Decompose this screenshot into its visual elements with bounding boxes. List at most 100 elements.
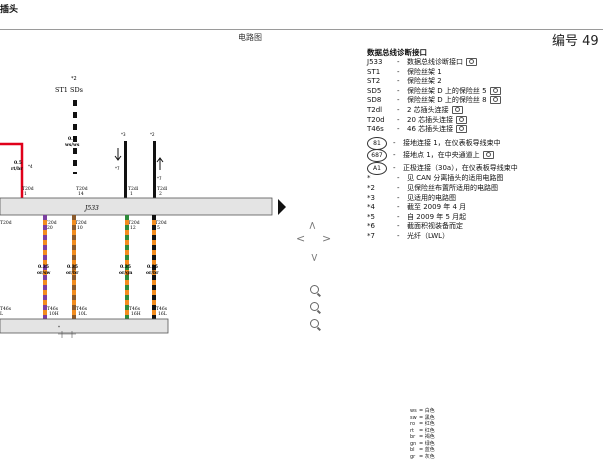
- legend-code: *3: [367, 193, 375, 202]
- zoom-in-icon[interactable]: [310, 285, 319, 294]
- zoom-out-icon[interactable]: [310, 319, 319, 328]
- legend-ground-item: 81- 接地连接 1，在仪表板导线束中: [367, 136, 501, 150]
- wire-marker: *2: [150, 132, 155, 137]
- legend-dash: -: [397, 77, 400, 86]
- abbreviation-value: = 白色: [419, 408, 435, 414]
- document-number: 编号 49: [552, 34, 599, 49]
- header-divider: [0, 29, 603, 30]
- connector-pin: 10H: [49, 311, 59, 317]
- legend-text: 46 芯插头连接: [407, 125, 454, 134]
- abbreviation-key: br: [410, 434, 416, 440]
- legend-dash: -: [397, 193, 400, 202]
- wiring-diagram: *2 ST1 SDs 0.5 ws/ws 0.5 rt/br *4 *3 *2 …: [0, 76, 273, 338]
- legend-item: *7 - 光纤（LWL）: [367, 232, 449, 241]
- camera-icon[interactable]: [466, 58, 477, 66]
- abbreviation-key: ro: [410, 421, 416, 427]
- wire-color-code: or/gn: [119, 270, 133, 276]
- legend-code: *: [367, 174, 371, 183]
- legend-code: *6: [367, 222, 375, 231]
- abbreviation-key: gr: [410, 453, 416, 460]
- legend-text: 接地点 1，在中央通道上: [403, 151, 480, 160]
- legend-code: ST2: [367, 77, 381, 86]
- legend-dash: -: [393, 163, 396, 172]
- legend-text: 保险丝架 2: [407, 77, 442, 86]
- wire-color-code: ws/ws: [64, 142, 80, 148]
- legend-dash: -: [397, 96, 400, 105]
- camera-icon[interactable]: [489, 96, 501, 105]
- module-label: J533: [83, 205, 99, 212]
- lower-connector-box: [0, 318, 169, 334]
- legend-dash: -: [397, 115, 400, 124]
- legend-item: T46s -46 芯插头连接: [367, 125, 468, 134]
- connector-pin: 1: [130, 191, 133, 197]
- abbreviation-key: bl: [410, 447, 415, 453]
- legend-item: *2 - 见保险丝布置所适用的电路图: [367, 184, 498, 193]
- legend-dash: -: [397, 183, 400, 192]
- legend-item: *5 - 自 2009 年 5 月起: [367, 213, 466, 222]
- arrow-down-icon: [114, 148, 122, 161]
- abbreviation-item: sw = 黑色: [410, 415, 435, 421]
- chevron-right-icon[interactable]: >: [322, 233, 331, 244]
- legend-text: 见适用的电路图: [407, 193, 456, 202]
- legend-text: 2 芯插头连接: [407, 106, 449, 114]
- wire-color-code: or/br: [66, 270, 79, 276]
- connector-pin: 20: [47, 225, 53, 231]
- camera-icon[interactable]: [456, 125, 468, 134]
- legend-item: T2dl -2 芯插头连接: [367, 106, 463, 115]
- legend-text: 自 2009 年 5 月起: [407, 212, 467, 221]
- legend-text: 光纤（LWL）: [407, 231, 450, 240]
- abbreviation-value: = 灰色: [419, 453, 435, 460]
- legend-code: *2: [367, 183, 375, 192]
- ground-point-icon: 687: [367, 149, 387, 163]
- wire-marker: *3: [121, 132, 126, 137]
- abbreviation-item: gr = 灰色: [410, 454, 435, 460]
- abbreviation-value: = 红色: [419, 421, 435, 427]
- bottom-marker: *: [58, 325, 60, 330]
- top-marker: *2: [71, 76, 77, 82]
- wire-gauge: 0.5: [68, 136, 76, 142]
- wire-color-code: or/br: [146, 270, 159, 276]
- wire-ws-ws: [73, 96, 77, 174]
- legend-code: T46s: [367, 125, 384, 134]
- legend-text: 正极连接（30a），在仪表板导线束中: [403, 163, 518, 172]
- wire-red: [0, 142, 24, 200]
- chevron-up-icon[interactable]: <: [306, 221, 319, 230]
- legend-item: *4 - 截至 2009 年 4 月: [367, 203, 466, 212]
- legend-item: SD5 - 保险丝架 D 上的保险丝 5: [367, 86, 501, 96]
- top-fuse-label: ST1 SDs: [55, 86, 83, 94]
- wire-color-code: or/sw: [37, 270, 51, 276]
- legend-text: 保险丝架 D 上的保险丝 8: [407, 96, 487, 105]
- legend-dash: -: [397, 203, 400, 212]
- legend-dash: -: [397, 86, 400, 95]
- camera-icon[interactable]: [451, 106, 463, 114]
- chevron-left-icon[interactable]: <: [296, 233, 305, 244]
- wire-gauge: 0.35: [38, 264, 49, 270]
- abbreviation-key: gn: [410, 440, 417, 447]
- connector-pin: 16L: [158, 311, 167, 317]
- legend-item: * - 见 CAN 分离插头的适用电路图: [367, 174, 503, 183]
- wire-color-code: rt/br: [11, 166, 23, 172]
- zoom-reset-icon[interactable]: [310, 302, 319, 311]
- wire-gauge: 0.5: [14, 160, 22, 166]
- camera-icon[interactable]: [456, 115, 468, 124]
- legend-code: *7: [367, 231, 375, 240]
- legend-dash: -: [397, 174, 400, 183]
- legend-text: 截至 2009 年 4 月: [407, 203, 467, 212]
- legend-item: T20d -20 芯插头连接: [367, 115, 468, 125]
- connector-pin: 10L: [78, 311, 87, 317]
- abbreviation-item: br = 褐色: [410, 434, 435, 440]
- wire-black: [124, 141, 127, 199]
- legend-item: SD8 - 保险丝架 D 上的保险丝 8: [367, 96, 501, 105]
- legend-code: *5: [367, 212, 375, 221]
- connector-pin: 16H: [131, 311, 141, 317]
- legend-dash: -: [397, 125, 400, 134]
- chevron-down-icon[interactable]: >: [308, 253, 321, 262]
- camera-icon[interactable]: [482, 151, 494, 160]
- abbreviation-key: sw: [410, 414, 417, 421]
- abbreviation-item: ro = 红色: [410, 421, 435, 427]
- play-triangle-icon[interactable]: [278, 199, 286, 215]
- camera-icon[interactable]: [489, 86, 501, 95]
- abbreviation-value: = 红色: [419, 427, 435, 434]
- abbreviation-value: = 绿色: [419, 440, 435, 447]
- arrow-up-icon: [156, 157, 164, 170]
